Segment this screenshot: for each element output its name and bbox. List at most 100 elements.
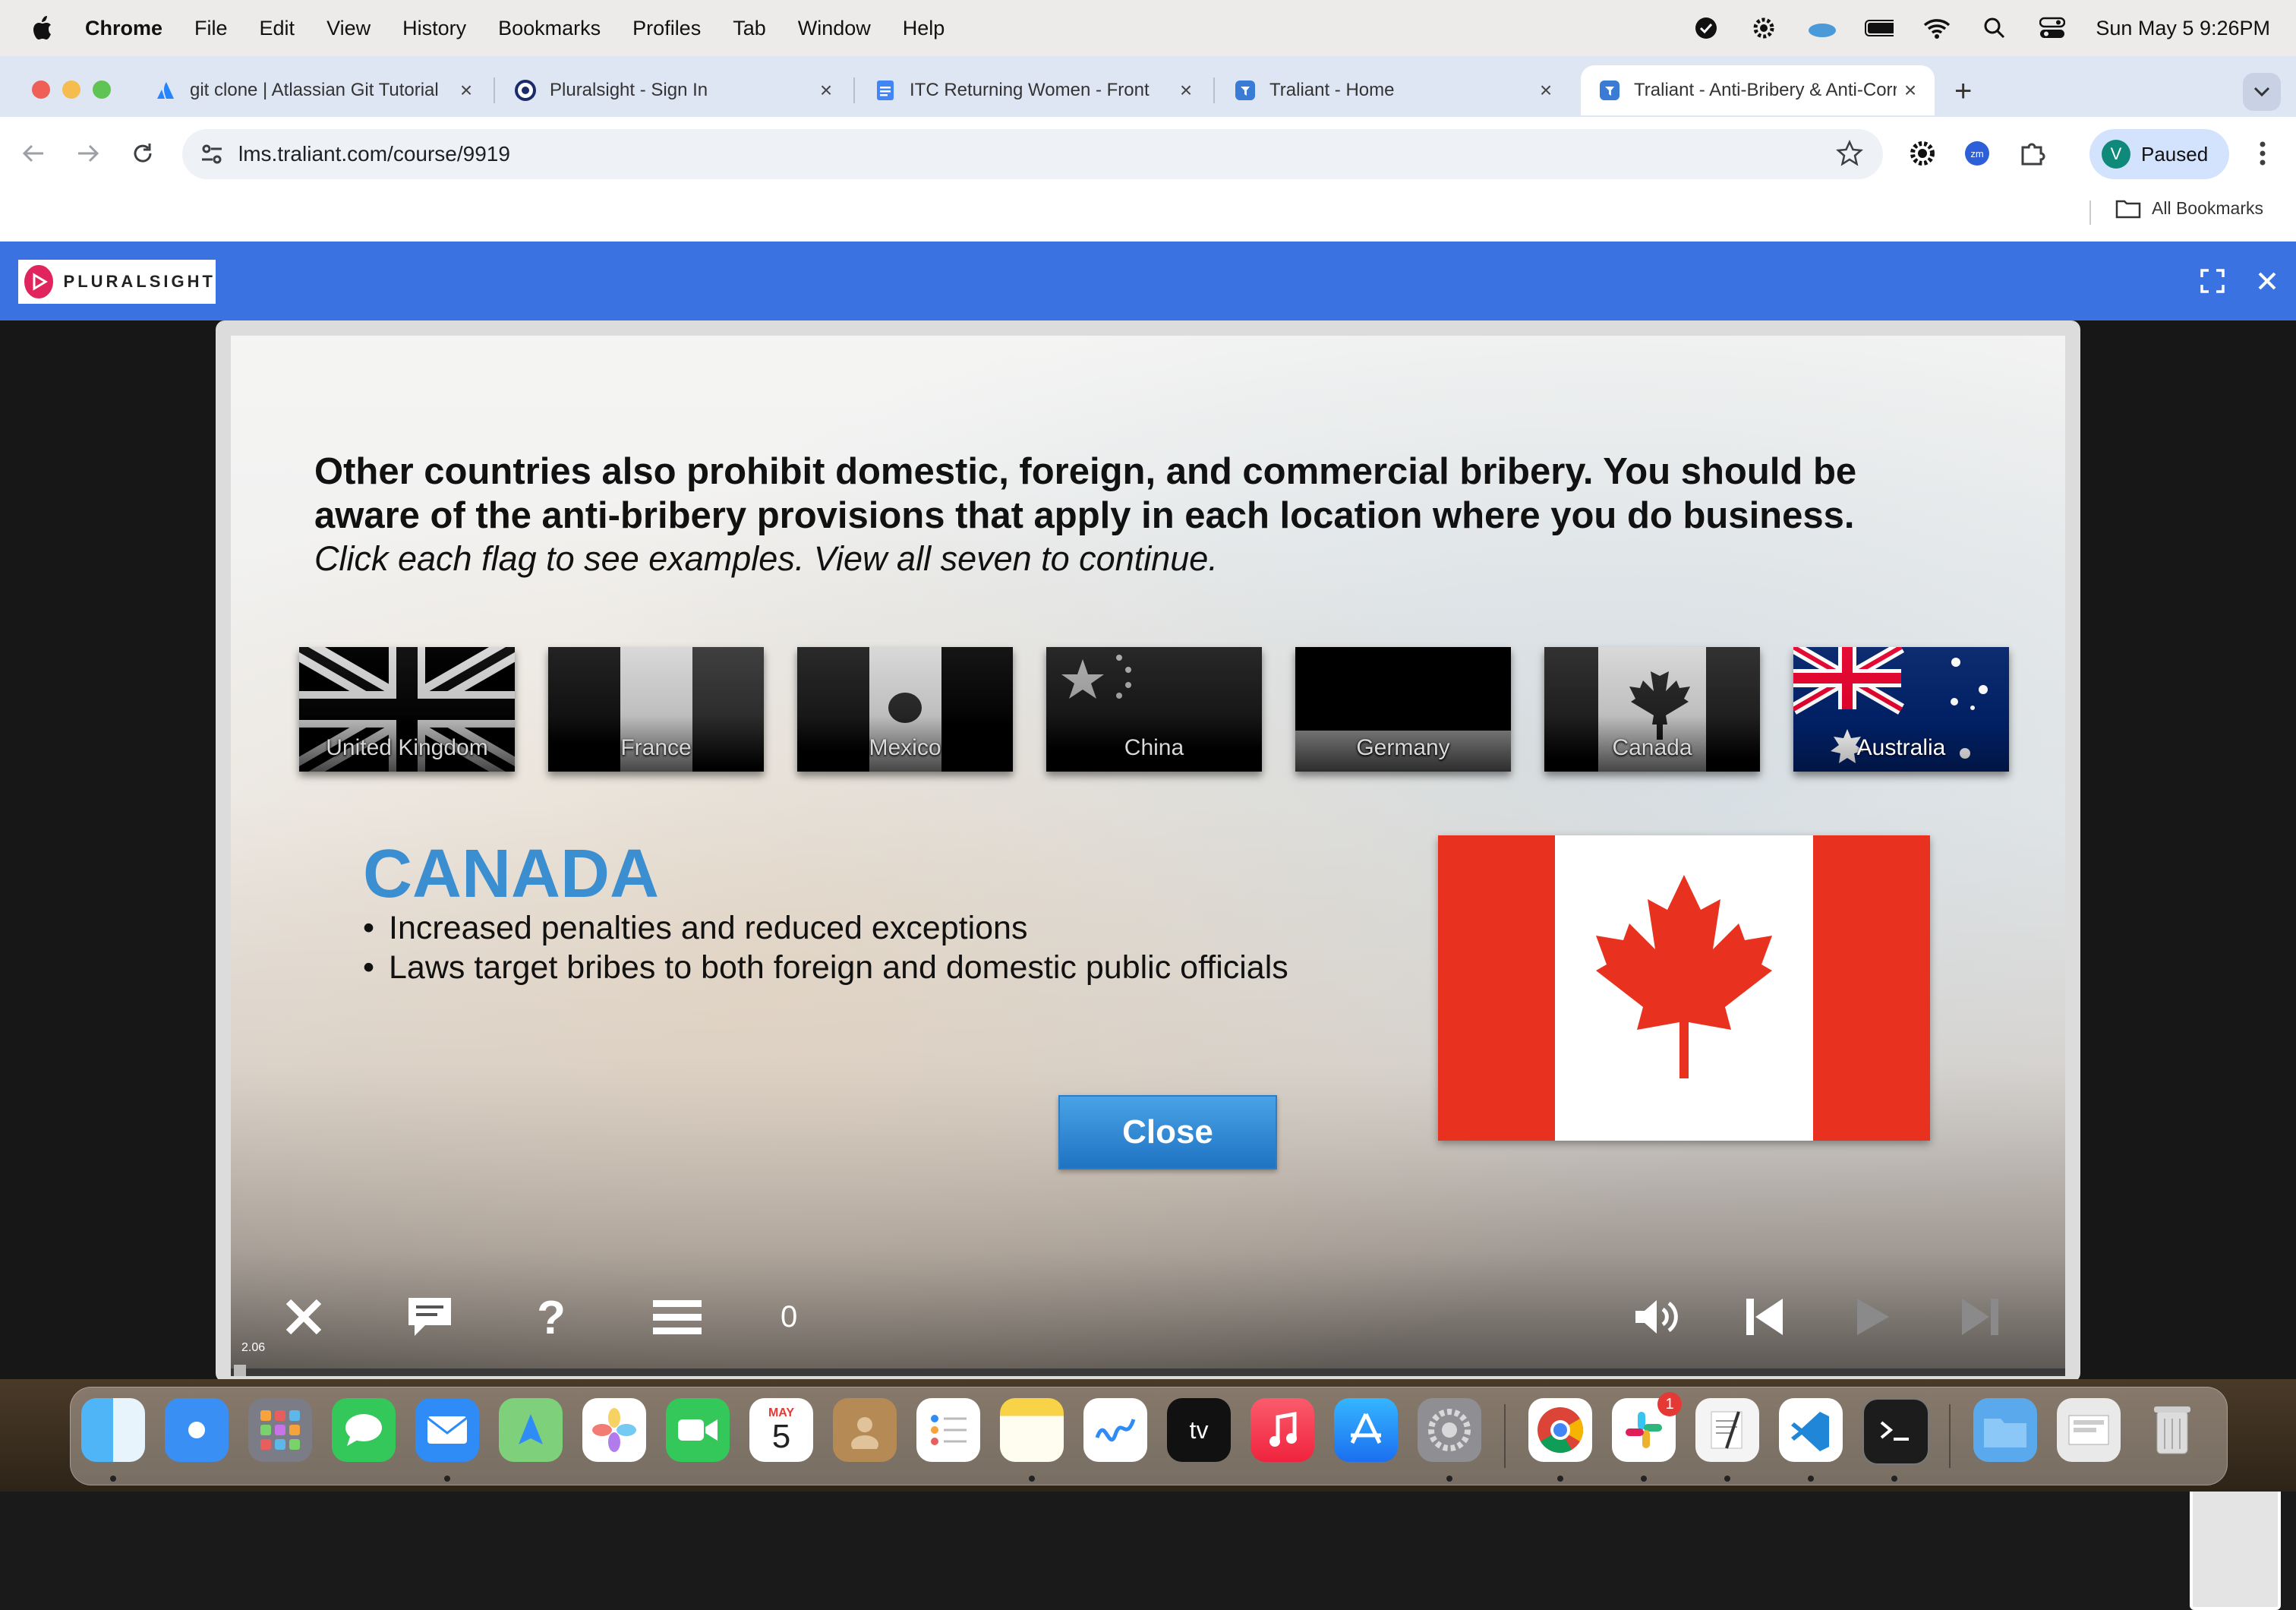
tab-traliant-home[interactable]: Traliant - Home × (1216, 65, 1570, 115)
photos-icon[interactable] (582, 1398, 646, 1462)
vscode-icon[interactable] (1779, 1398, 1843, 1462)
terminal-icon[interactable] (1862, 1398, 1929, 1465)
list-item: • Laws target bribes to both foreign and … (363, 949, 1288, 986)
forward-button[interactable] (71, 137, 105, 170)
menu-tab[interactable]: Tab (733, 17, 766, 40)
fullscreen-icon[interactable] (2197, 266, 2228, 296)
maps-icon[interactable] (499, 1398, 563, 1462)
menu-file[interactable]: File (194, 17, 228, 40)
menubar-clock[interactable]: Sun May 5 9:26PM (2096, 17, 2270, 40)
address-bar[interactable]: lms.traliant.com/course/9919 (182, 129, 1883, 179)
next-slide-icon[interactable] (1956, 1293, 2004, 1341)
page-content: PLURALSIGHT Other countries also prohibi… (0, 242, 2296, 1610)
checkmark-status-icon[interactable] (1692, 15, 1720, 41)
traliant-icon (1599, 80, 1620, 101)
flag-button-france[interactable]: France (548, 647, 764, 772)
playback-time: 2.06 (241, 1341, 266, 1354)
tab-search-button[interactable] (2243, 73, 2281, 111)
menu-window[interactable]: Window (798, 17, 871, 40)
menu-bookmarks[interactable]: Bookmarks (498, 17, 601, 40)
running-indicator (1808, 1476, 1814, 1482)
back-arrow-icon (22, 144, 43, 163)
safari-icon[interactable] (165, 1398, 229, 1462)
facetime-icon[interactable] (666, 1398, 730, 1462)
music-icon[interactable] (1250, 1398, 1314, 1462)
gear-status-icon[interactable] (1749, 15, 1778, 41)
notes-icon[interactable] (1000, 1398, 1064, 1462)
bookmarks-bar: All Bookmarks (0, 190, 2296, 242)
flag-button-china[interactable]: China (1046, 647, 1262, 772)
extensions-puzzle-icon[interactable] (2015, 137, 2048, 170)
close-tab-icon[interactable]: × (1532, 78, 1560, 103)
chrome-menu-icon[interactable] (2246, 137, 2279, 170)
app-store-icon[interactable] (1334, 1398, 1398, 1462)
freeform-icon[interactable] (1083, 1398, 1147, 1462)
volume-icon[interactable] (1632, 1293, 1681, 1341)
system-settings-icon[interactable] (1418, 1398, 1481, 1462)
tab-traliant-anti-bribery[interactable]: Traliant - Anti-Bribery & Anti-Corruptio… (1581, 65, 1935, 115)
tab-pluralsight-sign-in[interactable]: Pluralsight - Sign In × (497, 65, 850, 115)
window-zoom-button[interactable] (93, 80, 111, 99)
screenshots-stack-icon[interactable] (2057, 1398, 2121, 1462)
menu-history[interactable]: History (402, 17, 466, 40)
contacts-icon[interactable] (833, 1398, 897, 1462)
tab-git-clone[interactable]: git clone | Atlassian Git Tutorial × (137, 65, 490, 115)
previous-slide-icon[interactable] (1740, 1293, 1789, 1341)
bookmark-star-icon[interactable] (1835, 139, 1864, 171)
trash-icon[interactable] (2140, 1398, 2204, 1462)
spotlight-search-icon[interactable] (1980, 15, 2009, 41)
chrome-icon[interactable] (1528, 1398, 1592, 1462)
play-icon[interactable] (1848, 1293, 1897, 1341)
exit-course-icon[interactable] (279, 1293, 328, 1341)
profile-button[interactable]: V Paused (2089, 129, 2229, 179)
close-button[interactable]: Close (1058, 1095, 1277, 1170)
back-button[interactable] (17, 137, 50, 170)
battery-icon[interactable] (1865, 15, 1894, 41)
downloads-folder-icon[interactable] (1973, 1398, 2037, 1462)
zoom-extension-icon[interactable]: zm (1960, 137, 1994, 170)
help-icon[interactable]: ? (527, 1293, 576, 1341)
flag-button-united-kingdom[interactable]: United Kingdom (299, 647, 515, 772)
menu-profiles[interactable]: Profiles (632, 17, 701, 40)
running-indicator (1641, 1476, 1647, 1482)
calendar-icon[interactable]: MAY 5 (749, 1398, 813, 1462)
control-center-icon[interactable] (2038, 15, 2067, 41)
all-bookmarks-button[interactable]: All Bookmarks (2115, 197, 2263, 219)
launchpad-icon[interactable] (248, 1398, 312, 1462)
window-minimize-button[interactable] (62, 80, 80, 99)
seek-handle[interactable] (234, 1365, 246, 1376)
menu-edit[interactable]: Edit (260, 17, 295, 40)
tab-itc-returning-women[interactable]: ITC Returning Women - Front × (856, 65, 1210, 115)
messages-icon[interactable] (332, 1398, 396, 1462)
menu-help[interactable]: Help (903, 17, 945, 40)
mail-icon[interactable] (415, 1398, 479, 1462)
transcript-icon[interactable] (405, 1293, 454, 1341)
flag-label: United Kingdom (326, 735, 488, 760)
new-tab-button[interactable]: + (1954, 74, 1972, 109)
wifi-icon[interactable] (1922, 15, 1951, 41)
menu-app-name[interactable]: Chrome (85, 17, 162, 40)
flag-button-australia[interactable]: Australia (1793, 647, 2009, 772)
textedit-icon[interactable] (1695, 1398, 1759, 1462)
flag-button-canada[interactable]: Canada (1544, 647, 1760, 772)
extension-gear-icon[interactable] (1906, 137, 1939, 170)
window-close-button[interactable] (32, 80, 50, 99)
close-tab-icon[interactable]: × (453, 78, 480, 103)
progress-counter: 0 (781, 1300, 798, 1334)
apple-tv-icon[interactable]: tv (1167, 1398, 1231, 1462)
menu-icon[interactable] (653, 1293, 702, 1341)
reminders-icon[interactable] (916, 1398, 980, 1462)
apple-icon[interactable] (30, 14, 56, 43)
reload-button[interactable] (126, 137, 159, 170)
site-settings-icon[interactable] (199, 141, 225, 171)
close-icon[interactable] (2252, 266, 2282, 296)
menu-view[interactable]: View (326, 17, 371, 40)
finder-icon[interactable] (81, 1398, 145, 1462)
flag-button-mexico[interactable]: Mexico (797, 647, 1013, 772)
flag-button-germany[interactable]: Germany (1295, 647, 1511, 772)
close-tab-icon[interactable]: × (1172, 78, 1200, 103)
seek-bar[interactable] (231, 1368, 2065, 1376)
close-tab-icon[interactable]: × (812, 78, 840, 103)
cloud-sync-icon[interactable] (1807, 15, 1837, 41)
close-tab-icon[interactable]: × (1897, 78, 1924, 103)
